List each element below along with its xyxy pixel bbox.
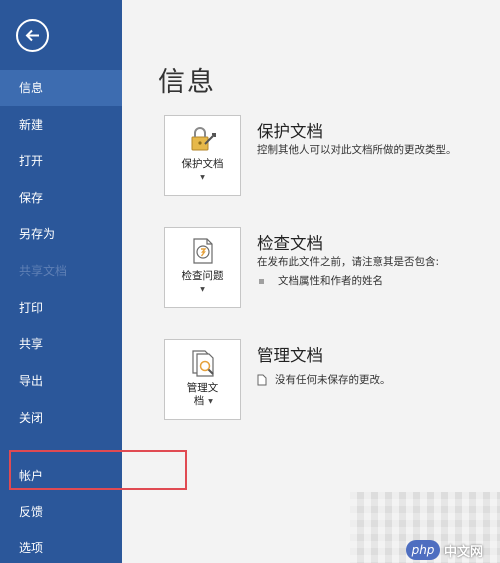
protect-document-button[interactable]: 保护文档 ▼ <box>164 115 241 196</box>
inspect-bullet-text: 文档属性和作者的姓名 <box>278 275 383 287</box>
nav-open[interactable]: 打开 <box>0 143 122 179</box>
nav-close[interactable]: 关闭 <box>0 400 122 436</box>
chevron-down-icon: ▼ <box>200 174 205 181</box>
protect-document-button-label: 保护文档 <box>181 158 224 170</box>
nav-save[interactable]: 保存 <box>0 180 122 216</box>
manage-document-status: 没有任何未保存的更改。 <box>257 372 391 387</box>
protect-document-title: 保护文档 <box>257 122 323 141</box>
nav-save-as[interactable]: 另存为 <box>0 216 122 252</box>
chevron-down-icon: ▼ <box>208 398 213 405</box>
check-issues-button-label: 检查问题 <box>181 270 224 282</box>
nav-new[interactable]: 新建 <box>0 107 122 143</box>
annotation-highlight-box <box>9 450 187 490</box>
manage-document-button[interactable]: 管理文 档 ▼ <box>164 339 241 420</box>
inspect-document-title: 检查文档 <box>257 234 323 253</box>
protect-document-description: 控制其他人可以对此文档所做的更改类型。 <box>257 144 457 156</box>
back-button[interactable] <box>16 19 49 52</box>
nav-options[interactable]: 选项 <box>0 530 122 563</box>
page-title: 信息 <box>158 67 216 98</box>
watermark-badge: php <box>406 540 440 560</box>
manage-document-icon <box>192 350 214 377</box>
manage-document-title: 管理文档 <box>257 346 323 365</box>
manage-document-button-label-1: 管理文 <box>186 382 219 394</box>
nav-export[interactable]: 导出 <box>0 363 122 399</box>
lock-key-icon <box>191 127 216 151</box>
document-icon <box>257 374 267 386</box>
inspect-document-bullet: 文档属性和作者的姓名 <box>259 273 383 288</box>
back-arrow-icon <box>25 29 39 42</box>
inspect-document-icon <box>193 238 213 264</box>
inspect-document-description: 在发布此文件之前，请注意其是否包含: <box>257 256 440 268</box>
watermark-text: 中文网 <box>444 545 484 560</box>
bullet-icon <box>259 278 264 284</box>
manage-status-text: 没有任何未保存的更改。 <box>275 374 391 386</box>
check-issues-button[interactable]: 检查问题 ▼ <box>164 227 241 308</box>
nav-share[interactable]: 共享 <box>0 326 122 362</box>
nav-info[interactable]: 信息 <box>0 70 122 106</box>
nav-disabled-item: 共享文档 <box>19 264 68 278</box>
nav-print[interactable]: 打印 <box>0 290 122 326</box>
nav-feedback[interactable]: 反馈 <box>0 494 122 530</box>
chevron-down-icon: ▼ <box>200 286 205 293</box>
